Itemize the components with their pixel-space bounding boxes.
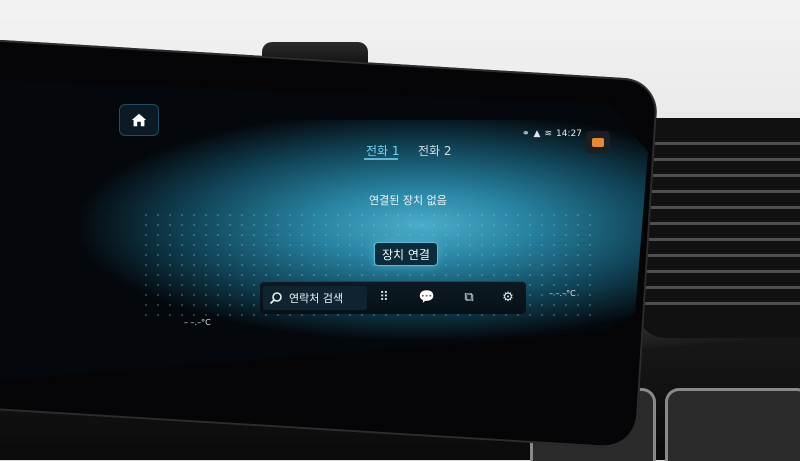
no-device-message: 연결된 장치 없음 (369, 194, 447, 207)
keypad-button[interactable]: ⠿ (376, 289, 392, 305)
settings-icon: ⚙ (502, 289, 514, 305)
active-tab-indicator (364, 158, 398, 160)
search-icon (269, 292, 282, 305)
signal-icon: ▲ (533, 129, 541, 139)
message-icon (592, 137, 604, 147)
tab-phone-1[interactable]: 전화 1 (366, 142, 400, 159)
search-contacts-button[interactable]: 연락처 검색 (263, 286, 367, 310)
status-bar: ⚭ ▲ ≋ 14:27 (522, 129, 582, 139)
tab-phone-2[interactable]: 전화 2 (418, 142, 452, 159)
left-temperature: – –.–°C (184, 318, 211, 327)
chat-button[interactable]: 💬 (419, 289, 435, 305)
chat-icon: 💬 (418, 289, 436, 305)
bluetooth-icon: ⚭ (522, 129, 530, 139)
phone-copy-button[interactable]: ⧉ (461, 289, 477, 305)
settings-button[interactable]: ⚙ (500, 289, 516, 305)
right-temperature: – –.–°C (549, 289, 576, 298)
keypad-icon: ⠿ (379, 289, 389, 305)
connect-device-button[interactable]: 장치 연결 (374, 242, 438, 266)
infotainment-screen (0, 80, 648, 380)
home-icon (131, 113, 147, 127)
wifi-icon: ≋ (544, 129, 553, 139)
phone-copy-icon: ⧉ (464, 289, 474, 305)
message-button[interactable] (586, 131, 610, 153)
right-air-vent (636, 118, 800, 338)
status-time: 14:27 (556, 129, 582, 139)
home-button[interactable] (119, 104, 159, 136)
center-air-vent (665, 388, 800, 461)
search-contacts-label: 연락처 검색 (289, 292, 344, 305)
